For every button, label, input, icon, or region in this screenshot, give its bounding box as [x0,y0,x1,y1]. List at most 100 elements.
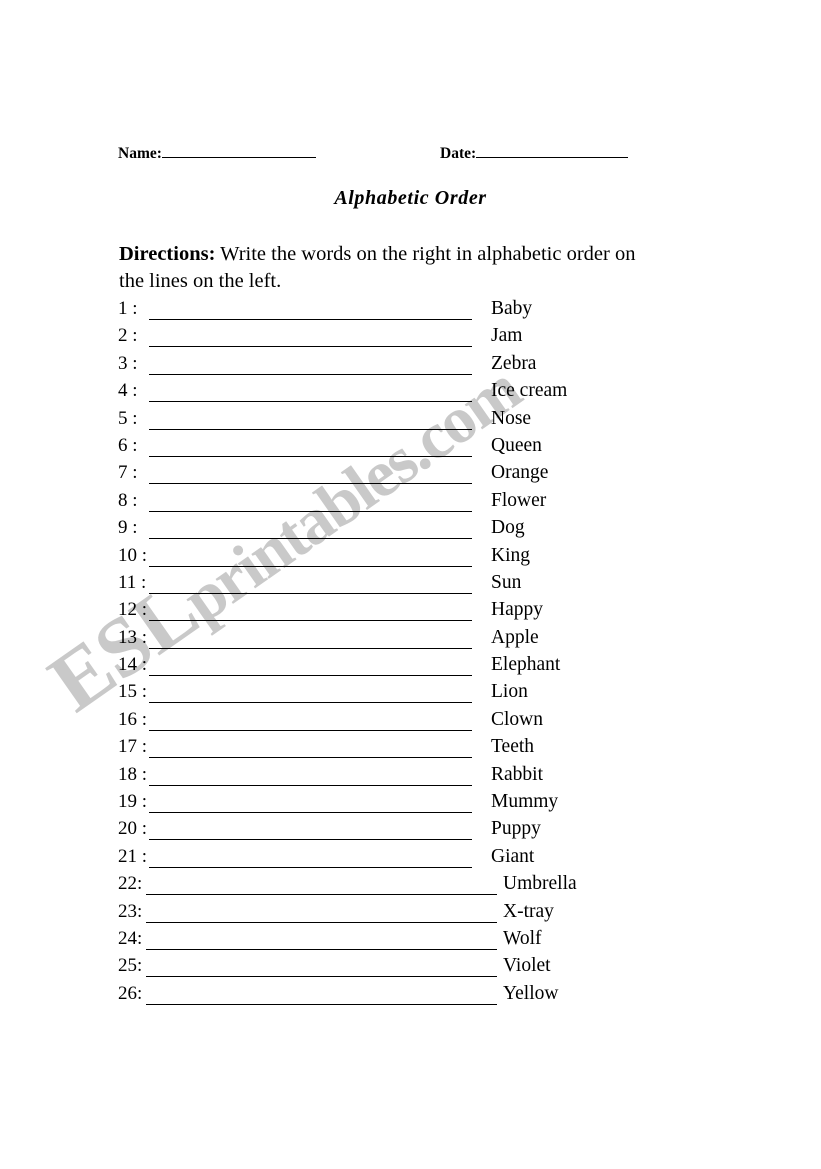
date-input-rule[interactable] [476,142,629,158]
answer-write-line[interactable] [149,653,472,677]
word-bank-item: Baby [491,298,533,319]
answer-write-line[interactable] [149,352,472,375]
word-bank-item: Orange [491,462,549,484]
answer-row-number: 18 : [118,763,148,785]
word-bank-item: Wolf [503,927,542,949]
answer-row-number: 25: [118,955,143,977]
answer-row-number: 17 : [118,736,148,758]
answer-row-number: 16 : [118,708,148,730]
name-input-rule[interactable] [161,142,316,158]
answer-list: 1 : Baby 2 : Jam 3 : Zebra 4 : Ice cream 5 : Nose… [118,297,718,1009]
answer-row-number: 23: [118,900,143,922]
answer-row: 10 : King [118,544,718,571]
answer-write-line[interactable] [149,680,472,704]
answer-row: 3 : Zebra [118,352,718,379]
word-bank-item: Clown [491,708,544,730]
name-label: Name: [118,145,162,162]
word-bank-item: Jam [491,325,523,347]
answer-row-number: 12 : [118,599,148,621]
answer-row: 16 : Clown [118,708,718,735]
answer-write-line[interactable] [146,900,497,923]
word-bank-item: Giant [491,845,535,867]
word-bank-item: Flower [491,489,547,511]
answer-write-line[interactable] [149,571,472,594]
answer-row: 7 : Orange [118,461,718,488]
answer-write-line[interactable] [149,461,472,485]
directions-paragraph: Directions: Write the words on the right… [119,241,665,295]
answer-row: 6 : Queen [118,434,718,461]
word-bank-item: Apple [491,626,539,648]
answer-row-number: 15 : [118,681,148,703]
answer-write-line[interactable] [149,708,472,731]
answer-row: 26: Yellow [118,982,718,1009]
answer-write-line[interactable] [149,790,472,814]
answer-write-line[interactable] [149,544,472,567]
answer-row: 24: Wolf [118,927,718,954]
answer-row-number: 2 : [118,325,138,347]
answer-row: 25: Violet [118,954,718,981]
answer-row-number: 8 : [118,489,138,511]
word-bank-item: Lion [491,681,528,703]
answer-write-line[interactable] [149,407,472,430]
answer-row: 13 : Apple [118,626,718,653]
answer-write-line[interactable] [146,872,497,896]
answer-row-number: 3 : [118,352,138,374]
word-bank-item: Queen [491,434,542,456]
word-bank-item: Puppy [491,818,541,840]
answer-write-line[interactable] [149,489,472,512]
answer-write-line[interactable] [149,817,472,841]
directions-label: Directions: [119,243,216,265]
answer-row-number: 22: [118,873,143,895]
worksheet-content: Name: Date: Alphabetic Order Directions:… [0,0,821,1169]
answer-write-line[interactable] [149,379,472,403]
answer-row-number: 5 : [118,407,138,429]
answer-write-line[interactable] [146,954,497,978]
answer-write-line[interactable] [146,982,497,1005]
answer-row: 4 : Ice cream [118,379,718,406]
date-field[interactable]: Date: [440,142,629,164]
answer-row: 8 : Flower [118,489,718,516]
worksheet-page: ESLprintables.com Name: Date: Alphabetic… [0,0,821,1169]
answer-row: 9 : Dog [118,516,718,543]
answer-write-line[interactable] [149,763,472,786]
answer-write-line[interactable] [149,598,472,622]
answer-row-number: 7 : [118,462,138,484]
word-bank-item: X-tray [503,900,554,922]
answer-row-number: 4 : [118,380,138,402]
answer-row-number: 19 : [118,791,148,813]
answer-write-line[interactable] [149,845,472,868]
word-bank-item: Rabbit [491,763,543,785]
answer-row-number: 24: [118,927,143,949]
answer-write-line[interactable] [149,735,472,759]
word-bank-item: Umbrella [503,873,577,895]
word-bank-item: Ice cream [491,380,568,402]
student-info-header: Name: Date: [118,142,658,166]
answer-row-number: 11 : [118,571,147,593]
word-bank-item: Happy [491,599,543,621]
answer-write-line[interactable] [149,516,472,540]
answer-row-number: 13 : [118,626,148,648]
answer-row-number: 1 : [118,298,138,319]
answer-write-line[interactable] [149,324,472,348]
answer-row-number: 6 : [118,434,138,456]
answer-row-number: 9 : [118,517,138,539]
word-bank-item: Teeth [491,736,535,758]
word-bank-item: Sun [491,571,522,593]
word-bank-item: Zebra [491,352,537,374]
word-bank-item: Mummy [491,791,559,813]
answer-row-number: 14 : [118,654,148,676]
answer-row: 23: X-tray [118,900,718,927]
answer-row: 17 : Teeth [118,735,718,762]
answer-row: 22: Umbrella [118,872,718,899]
name-field[interactable]: Name: [118,142,316,164]
page-title: Alphabetic Order [334,187,487,209]
answer-write-line[interactable] [149,434,472,457]
answer-write-line[interactable] [146,927,497,950]
answer-row: 19 : Mummy [118,790,718,817]
answer-row-number: 26: [118,982,143,1004]
answer-row: 1 : Baby [118,297,718,324]
answer-write-line[interactable] [149,297,472,320]
answer-row-number: 10 : [118,544,148,566]
answer-write-line[interactable] [149,626,472,649]
answer-row: 18 : Rabbit [118,763,718,790]
